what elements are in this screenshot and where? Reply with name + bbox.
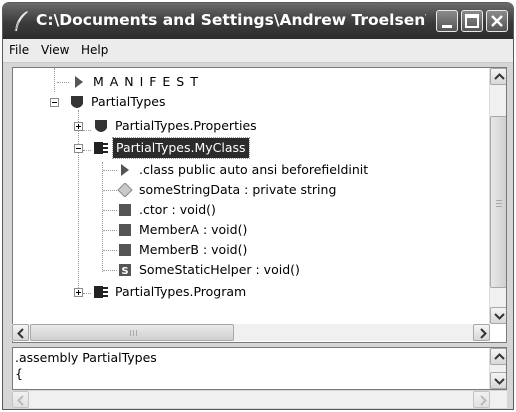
tree-node-properties[interactable]: PartialTypes.Properties	[13, 116, 483, 136]
method-square-icon	[119, 244, 131, 256]
chevron-left-icon	[17, 328, 24, 339]
class-icon	[94, 142, 108, 154]
tree-node-manifest[interactable]: M A N I F E S T	[13, 72, 483, 92]
chevron-down-icon	[494, 313, 505, 320]
menu-help[interactable]: Help	[81, 43, 108, 57]
application-window: C:\Documents and Settings\Andrew Troelse…	[2, 2, 514, 410]
collapse-toggle[interactable]	[74, 144, 83, 153]
scroll-up-button[interactable]	[490, 68, 506, 85]
chevron-up-icon	[494, 353, 505, 360]
static-method-icon: S	[119, 264, 131, 277]
tree-node-label: someStringData : private string	[139, 182, 337, 197]
scroll-up-button[interactable]	[490, 348, 506, 365]
scroll-left-button[interactable]	[12, 324, 29, 341]
chevron-down-icon	[494, 378, 505, 385]
minimize-button[interactable]	[436, 10, 458, 32]
method-square-icon	[119, 204, 131, 216]
tree-node-partialtypes[interactable]: PartialTypes	[13, 92, 483, 112]
tree-node-field[interactable]: someStringData : private string	[13, 180, 483, 200]
detail-line: .assembly PartialTypes	[15, 350, 157, 365]
window-title: C:\Documents and Settings\Andrew Troelse…	[36, 11, 426, 29]
tree-node-label: SomeStaticHelper : void()	[139, 262, 300, 277]
tree-node-label: PartialTypes.Properties	[115, 118, 257, 133]
scroll-right-button[interactable]	[473, 324, 490, 341]
vertical-scroll-thumb[interactable]	[490, 116, 506, 288]
collapse-toggle[interactable]	[50, 98, 59, 107]
feather-quill-icon	[14, 11, 28, 32]
tree-node-label: PartialTypes	[91, 94, 166, 109]
detail-line: {	[15, 366, 23, 381]
tree-node-static-helper[interactable]: S SomeStaticHelper : void()	[13, 260, 483, 280]
il-detail-textbox[interactable]: .assembly PartialTypes {	[12, 347, 507, 390]
expand-toggle[interactable]	[74, 288, 83, 297]
scroll-left-button[interactable]	[12, 391, 29, 408]
scroll-right-button[interactable]	[473, 391, 490, 408]
svg-text:S: S	[121, 266, 128, 277]
tree-node-label: PartialTypes.MyClass	[112, 137, 250, 159]
minimize-icon	[442, 25, 452, 28]
chevron-right-icon	[480, 328, 487, 339]
menu-file[interactable]: File	[9, 43, 29, 57]
tree-node-label: PartialTypes.Program	[115, 284, 247, 299]
title-bar[interactable]: C:\Documents and Settings\Andrew Troelse…	[3, 3, 513, 39]
tree-node-label: M A N I F E S T	[93, 74, 199, 89]
menu-view[interactable]: View	[41, 43, 69, 57]
scroll-down-button[interactable]	[490, 372, 506, 389]
tree-node-myclass[interactable]: PartialTypes.MyClass	[13, 137, 483, 159]
chevron-right-icon	[480, 395, 487, 406]
tree-horizontal-scrollbar[interactable]	[12, 324, 490, 341]
tree-node-label: MemberB : void()	[139, 242, 248, 257]
tree-node-label: .ctor : void()	[139, 202, 216, 217]
tree-node-membera[interactable]: MemberA : void()	[13, 220, 483, 240]
menu-bar: File View Help	[3, 39, 513, 63]
chevron-left-icon	[17, 395, 24, 406]
chevron-up-icon	[494, 73, 505, 80]
close-button[interactable]	[486, 10, 508, 32]
tree-vertical-scrollbar[interactable]	[489, 68, 506, 324]
detail-vertical-scrollbar[interactable]	[489, 348, 506, 389]
expand-toggle[interactable]	[74, 122, 83, 131]
method-square-icon	[119, 224, 131, 236]
arrow-right-icon	[121, 164, 129, 176]
detail-horizontal-scrollbar[interactable]	[12, 391, 507, 408]
arrow-right-icon	[75, 76, 83, 88]
tree-node-memberb[interactable]: MemberB : void()	[13, 240, 483, 260]
tree-node-label: .class public auto ansi beforefieldinit	[139, 162, 369, 177]
horizontal-scroll-thumb[interactable]	[30, 324, 234, 341]
tree-node-program[interactable]: PartialTypes.Program	[13, 282, 483, 302]
maximize-icon	[465, 14, 479, 28]
tree-node-label: MemberA : void()	[139, 222, 248, 237]
tree-node-class-declaration[interactable]: .class public auto ansi beforefieldinit	[13, 160, 483, 180]
tree-node-ctor[interactable]: .ctor : void()	[13, 200, 483, 220]
tree-view[interactable]: M A N I F E S T PartialTypes PartialType…	[12, 67, 507, 343]
namespace-shield-icon	[71, 96, 83, 108]
namespace-shield-icon	[95, 120, 107, 132]
close-icon	[491, 15, 503, 27]
maximize-button[interactable]	[461, 10, 483, 32]
scroll-down-button[interactable]	[490, 307, 506, 324]
field-diamond-icon	[117, 183, 133, 197]
class-icon	[94, 286, 108, 298]
